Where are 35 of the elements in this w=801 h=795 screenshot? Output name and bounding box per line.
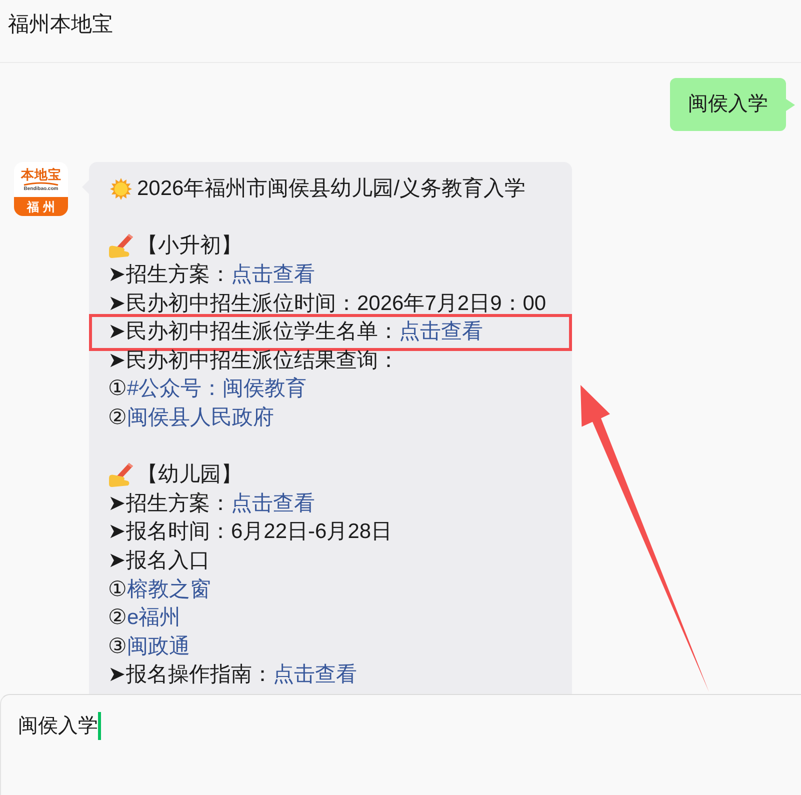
info-line: ➤招生方案： <box>108 490 231 517</box>
info-line: ➤民办初中招生派位时间：2026年7月2日9：00 <box>108 290 546 317</box>
info-line: ➤民办初中招生派位结果查询： <box>108 348 399 374</box>
bubble-tail-icon <box>786 98 795 110</box>
info-line: ➤报名时间：6月22日-6月28日 <box>108 519 392 546</box>
logo-city-text: 福州 <box>26 200 59 214</box>
logo-brand-text: 本地宝 <box>20 168 62 182</box>
info-line: ➤报名入口 <box>108 548 210 574</box>
chat-title: 福州本地宝 <box>8 12 113 38</box>
option-link[interactable]: e福州 <box>127 605 181 632</box>
view-link[interactable]: 点击查看 <box>231 262 315 288</box>
view-link[interactable]: 点击查看 <box>399 319 483 346</box>
info-line: ➤招生方案： <box>108 262 231 288</box>
option-number: ① <box>108 576 127 603</box>
writing-hand-icon <box>108 463 134 488</box>
option-link[interactable]: 闽政通 <box>127 634 190 660</box>
view-link[interactable]: 点击查看 <box>273 662 357 688</box>
info-line: ➤民办初中招生派位学生名单： <box>108 319 399 346</box>
option-number: ② <box>108 605 127 632</box>
section-heading: 【幼儿园】 <box>137 462 242 488</box>
section-heading: 【小升初】 <box>137 233 242 260</box>
swoosh-icon <box>23 182 59 186</box>
option-number: ③ <box>108 634 127 660</box>
option-link[interactable]: 榕教之窗 <box>127 576 211 603</box>
sun-icon <box>110 178 132 200</box>
option-number: ② <box>108 405 127 432</box>
info-line: ➤报名操作指南： <box>108 662 273 688</box>
view-link[interactable]: 点击查看 <box>231 490 315 517</box>
option-link[interactable]: #公众号：闽侯教育 <box>127 376 307 402</box>
message-title: 2026年福州市闽侯县幼儿园/义务教育入学 <box>137 176 526 202</box>
writing-hand-icon <box>108 234 134 258</box>
message-input[interactable]: 闽侯入学 <box>0 694 801 795</box>
option-number: ① <box>108 376 127 402</box>
text-cursor-icon <box>98 712 101 740</box>
option-link[interactable]: 闽侯县人民政府 <box>127 405 274 432</box>
